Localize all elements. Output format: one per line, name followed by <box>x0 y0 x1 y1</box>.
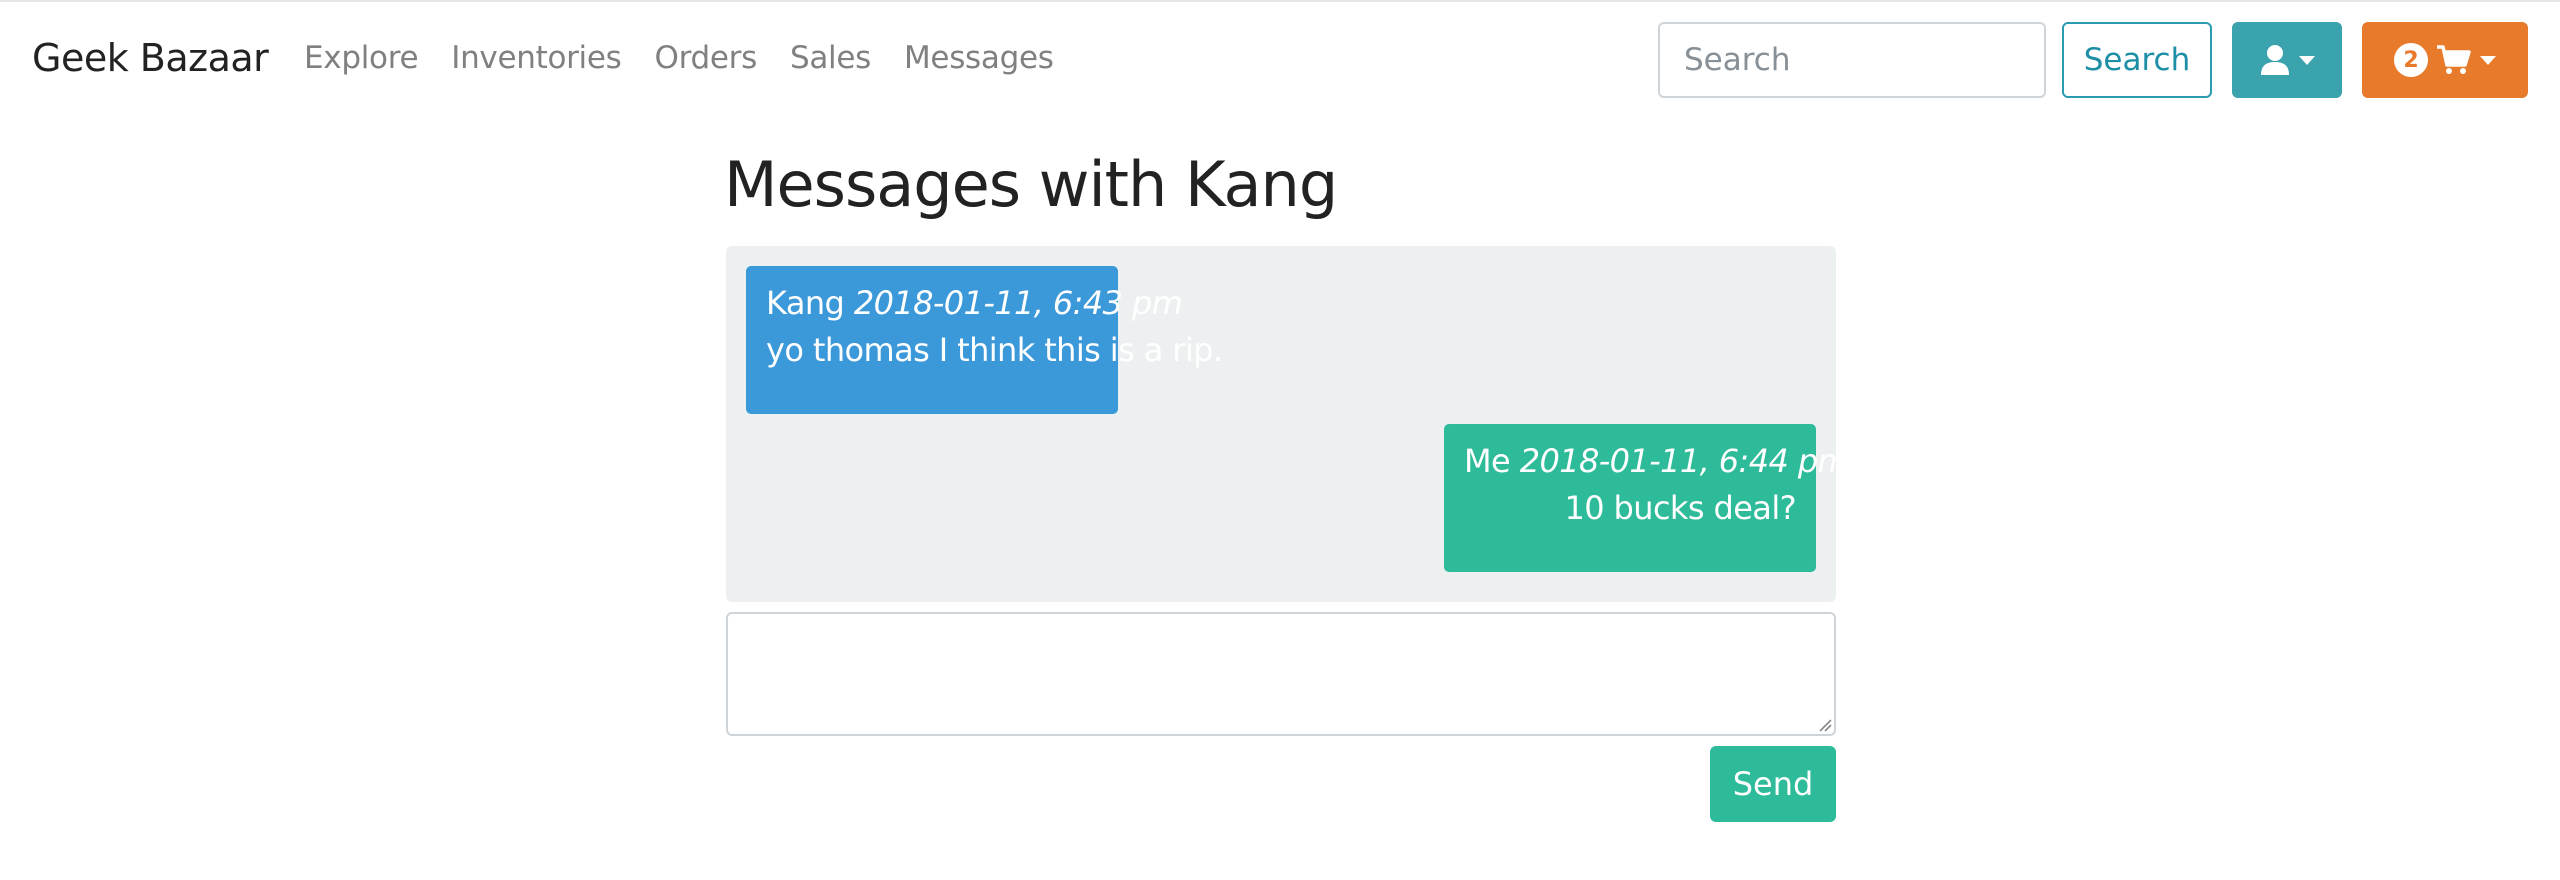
message-text: 10 bucks deal? <box>1564 489 1796 527</box>
message-text: yo thomas I think this is a rip. <box>766 331 1223 369</box>
message-timestamp: 2018-01-11, 6:44 pm <box>1519 442 1849 480</box>
search-button[interactable]: Search <box>2062 22 2212 98</box>
message-thread: Kang 2018-01-11, 6:43 pm yo thomas I thi… <box>726 246 1849 602</box>
resize-handle-icon[interactable] <box>1818 718 1832 732</box>
message-sender: Kang <box>766 284 845 322</box>
search-input[interactable] <box>1658 22 2046 98</box>
nav-links: Explore Inventories Orders Sales Message… <box>304 40 1087 76</box>
chevron-down-icon <box>2480 55 2496 65</box>
message-bubble-incoming: Kang 2018-01-11, 6:43 pm yo thomas I thi… <box>746 266 1223 414</box>
navbar: Geek Bazaar Explore Inventories Orders S… <box>0 2 2560 114</box>
message-header: Me 2018-01-11, 6:44 pm <box>1464 438 1849 484</box>
nav-link-explore[interactable]: Explore <box>304 40 419 76</box>
cart-button[interactable]: 2 <box>2362 22 2528 98</box>
nav-link-orders[interactable]: Orders <box>655 40 758 76</box>
message-timestamp: 2018-01-11, 6:43 pm <box>853 284 1183 322</box>
message-header: Kang 2018-01-11, 6:43 pm <box>766 280 1183 326</box>
chevron-down-icon <box>2299 55 2315 65</box>
user-icon <box>2261 45 2289 75</box>
message-sender: Me <box>1464 442 1511 480</box>
send-button[interactable]: Send <box>1710 746 1836 822</box>
nav-link-messages[interactable]: Messages <box>904 40 1054 76</box>
cart-icon <box>2437 45 2471 74</box>
nav-link-inventories[interactable]: Inventories <box>451 40 622 76</box>
message-input[interactable] <box>726 612 1836 736</box>
page-title: Messages with Kang <box>724 148 1338 221</box>
brand-logo[interactable]: Geek Bazaar <box>32 36 269 80</box>
cart-count-badge: 2 <box>2394 43 2428 77</box>
message-bubble-outgoing: Me 2018-01-11, 6:44 pm 10 bucks deal? <box>1444 424 1849 572</box>
nav-link-sales[interactable]: Sales <box>790 40 871 76</box>
user-menu-button[interactable] <box>2232 22 2342 98</box>
